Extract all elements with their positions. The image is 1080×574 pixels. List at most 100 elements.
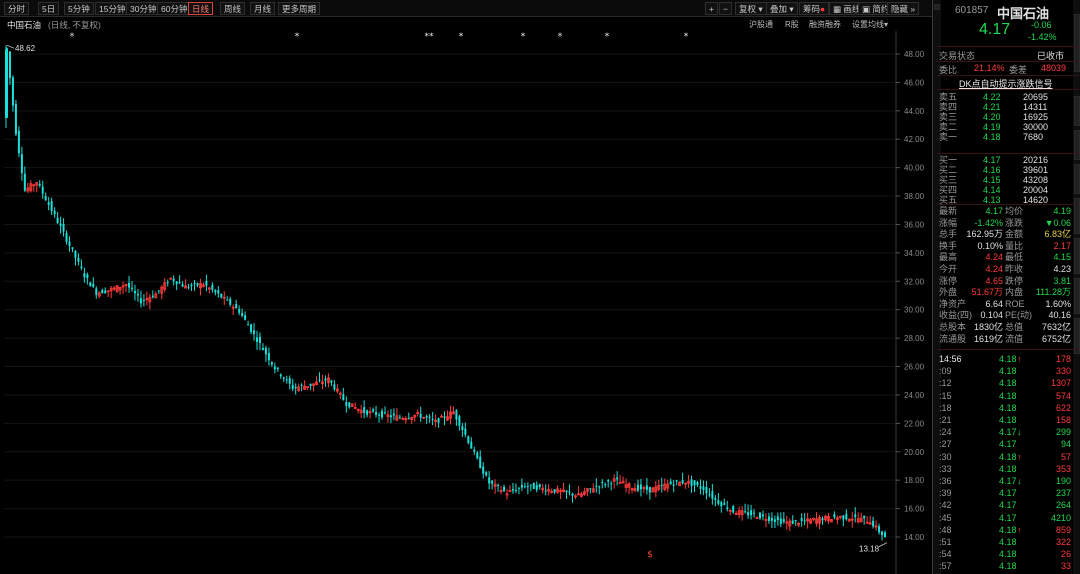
candle — [747, 504, 750, 519]
chevron-down-icon: ▾ — [758, 4, 763, 14]
candlestick-chart[interactable]: 48.00 46.00 44.00 42.00 40.00 38.00 36.00 34.00… — [0, 31, 932, 574]
candle — [169, 277, 173, 280]
y-tick-label: 30.00 — [904, 306, 925, 315]
candle — [449, 405, 452, 425]
stat-label: 涨停 — [939, 275, 958, 286]
tool-button-7[interactable] — [1074, 278, 1080, 314]
stat-value: 1830亿 — [973, 322, 1003, 332]
candle — [35, 181, 39, 193]
candle-body — [648, 486, 651, 493]
candle — [145, 291, 149, 306]
candle-body — [773, 519, 776, 522]
candle — [497, 483, 500, 492]
tab-30min[interactable]: 30分钟 — [126, 2, 161, 15]
y-tick-label: 14.00 — [904, 533, 925, 542]
candle — [526, 482, 529, 495]
candle-body — [476, 452, 479, 459]
hgt-link[interactable]: 沪股通 — [749, 19, 773, 30]
candle-body — [5, 49, 8, 118]
candle — [732, 505, 735, 514]
candle-body — [693, 480, 696, 486]
order-book-row[interactable]: 卖一 4.18 7680 — [933, 131, 1073, 143]
event-asterisk-marker: * — [558, 32, 563, 42]
candle — [226, 296, 229, 301]
tool-button-2[interactable] — [1074, 96, 1080, 126]
collapse-icon[interactable] — [934, 4, 940, 10]
tab-more-periods[interactable]: 更多周期 — [278, 2, 321, 15]
tab-intraday[interactable]: 分时 — [4, 2, 30, 15]
tab-monthly[interactable]: 月线 — [250, 2, 276, 15]
overlay-dropdown[interactable]: 叠加 ▾ — [766, 2, 798, 15]
event-asterisk-marker: * — [70, 32, 75, 42]
candle — [764, 513, 768, 528]
zoom-in-button[interactable]: + — [705, 2, 718, 15]
candle — [115, 285, 119, 293]
tick-row: :33 4.18 353 — [933, 463, 1073, 475]
candle — [446, 410, 449, 422]
stat-label: 外盘 — [939, 287, 958, 298]
tick-price: 4.17 — [999, 512, 1017, 523]
candle — [124, 283, 128, 293]
tab-daily[interactable]: 日线 — [188, 2, 214, 15]
candle — [642, 485, 646, 494]
candle — [109, 285, 113, 299]
candle-body — [669, 481, 672, 485]
candle-body — [333, 384, 336, 390]
candle — [5, 45, 8, 128]
tool-button-1[interactable] — [1074, 14, 1080, 72]
candle-body — [607, 480, 610, 482]
candle — [279, 373, 282, 379]
candle-body — [753, 512, 756, 514]
candle — [47, 197, 50, 211]
candle-body — [881, 531, 884, 536]
tab-5min[interactable]: 5分钟 — [64, 2, 94, 15]
stock-code: 601857 — [955, 5, 989, 16]
candle-body — [276, 367, 279, 370]
candle — [705, 480, 708, 500]
candle-body — [285, 379, 288, 381]
tool-button-6[interactable] — [1074, 238, 1080, 274]
candle — [758, 511, 761, 520]
tick-price: 4.18 — [999, 366, 1017, 377]
candle-body — [758, 512, 761, 519]
hide-button[interactable]: 隐藏 » — [887, 2, 920, 15]
tab-weekly[interactable]: 周线 — [220, 2, 246, 15]
candle — [884, 530, 886, 538]
candle — [142, 294, 145, 307]
candle — [68, 236, 71, 252]
tab-15min[interactable]: 15分钟 — [95, 2, 130, 15]
r-share-link[interactable]: R股 — [785, 19, 799, 30]
tick-row: :42 4.17 264 — [933, 499, 1073, 511]
candle — [131, 280, 134, 292]
set-ma-link[interactable]: 设置均线▾ — [852, 19, 888, 30]
stat-label: 今开 — [939, 264, 958, 274]
tool-button-3[interactable] — [1074, 130, 1080, 160]
fuquan-dropdown[interactable]: 复权 ▾ — [735, 2, 767, 15]
zoom-out-button[interactable]: − — [719, 2, 732, 15]
candle-body — [187, 286, 190, 288]
candle — [244, 311, 247, 321]
candle — [154, 291, 158, 299]
candle — [372, 407, 375, 413]
candle — [381, 408, 384, 420]
y-tick-label: 26.00 — [904, 363, 925, 372]
chip-button[interactable]: 筹码● — [799, 2, 830, 15]
margin-trading-link[interactable]: 融资融券 — [809, 19, 841, 30]
stat-label: 总股本 — [939, 322, 967, 332]
stat-label: 换手 — [939, 240, 958, 251]
tool-button-4[interactable] — [1074, 164, 1080, 194]
candle-body — [190, 284, 193, 287]
candle — [482, 462, 485, 479]
stat-value: 4.65 — [985, 275, 1003, 286]
stat-label: 流通股 — [939, 333, 967, 344]
candle-body — [458, 416, 461, 426]
tab-5day[interactable]: 5日 — [38, 2, 60, 15]
stat-value: 6.83亿 — [1044, 229, 1071, 240]
tab-60min[interactable]: 60分钟 — [157, 2, 192, 15]
candle — [175, 280, 178, 291]
candle — [378, 412, 381, 423]
candle — [678, 481, 682, 487]
candle-body — [264, 348, 267, 355]
stat-label: 总手 — [939, 229, 958, 240]
candle — [651, 487, 655, 493]
